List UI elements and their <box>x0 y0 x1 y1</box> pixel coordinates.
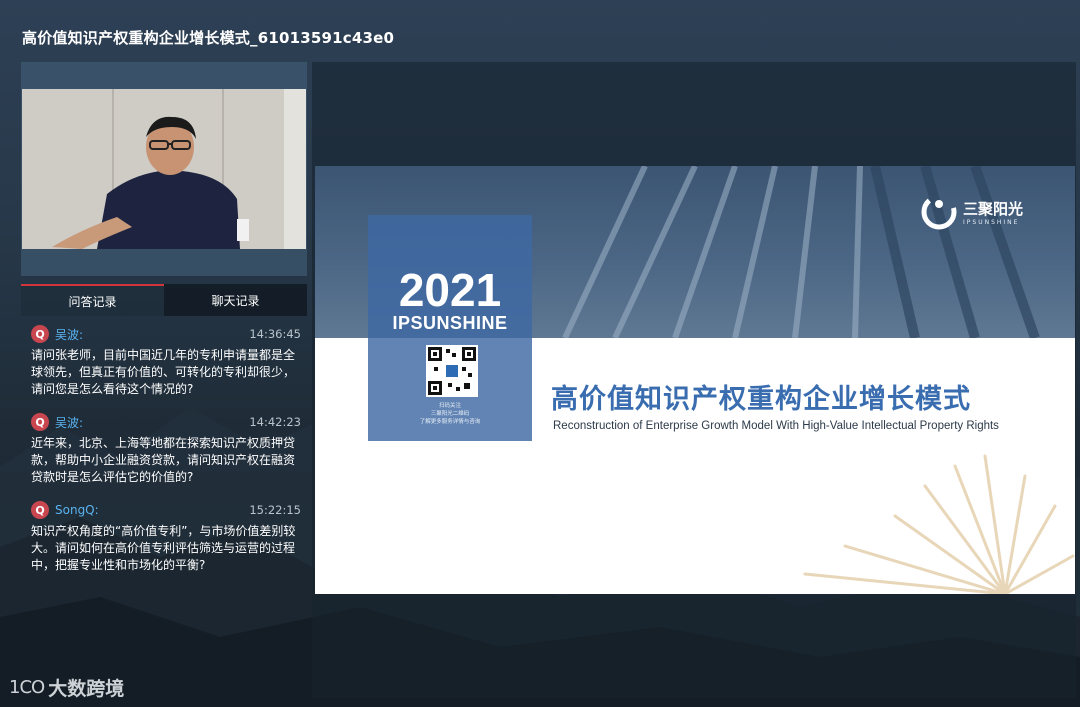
qa-item: Q SongQ: 15:22:15 知识产权角度的“高价值专利”，与市场价值差别… <box>21 500 307 574</box>
qa-list: Q 吴波: 14:36:45 请问张老师，目前中国近几年的专利申请量都是全球领先… <box>21 324 307 588</box>
slide-player[interactable]: 三聚阳光 IPSUNSHINE 2021 IPSUNSHINE 扫码关注 三聚阳… <box>312 62 1076 698</box>
speaker-video[interactable] <box>22 89 306 249</box>
asker-name: SongQ: <box>55 503 99 517</box>
footer-logo: 1CO 大数跨境 <box>9 674 124 701</box>
question-icon: Q <box>31 325 49 343</box>
speaker-image <box>22 89 306 249</box>
question-time: 14:36:45 <box>249 327 301 341</box>
logo-mark-icon: 1CO <box>9 677 45 698</box>
presentation-slide: 三聚阳光 IPSUNSHINE 2021 IPSUNSHINE 扫码关注 三聚阳… <box>315 166 1075 594</box>
qr-caption-line: 三聚阳光二维码 <box>430 411 470 417</box>
slide-main-title: 高价值知识产权重构企业增长模式 <box>551 384 971 415</box>
question-time: 15:22:15 <box>249 503 301 517</box>
qa-item: Q 吴波: 14:42:23 近年来，北京、上海等地都在探索知识产权质押贷款，帮… <box>21 412 307 486</box>
slide-subtitle: Reconstruction of Enterprise Growth Mode… <box>553 420 999 432</box>
slide-year-sub: IPSUNSHINE <box>392 313 508 333</box>
tab-qa-records[interactable]: 问答记录 <box>21 284 164 316</box>
qr-caption-line: 扫码关注 <box>438 403 461 409</box>
left-panel: 问答记录 聊天记录 Q 吴波: 14:36:45 请问张老师，目前中国近几年的专… <box>21 62 307 697</box>
asker-name: 吴波: <box>55 327 84 342</box>
qa-item: Q 吴波: 14:36:45 请问张老师，目前中国近几年的专利申请量都是全球领先… <box>21 324 307 398</box>
brand-logo: 三聚阳光 IPSUNSHINE <box>919 192 1023 232</box>
question-text: 知识产权角度的“高价值专利”，与市场价值差别较大。请问如何在高价值专利评估筛选与… <box>31 524 296 572</box>
qr-caption: 扫码关注 三聚阳光二维码 了解更多服务详情与咨询 <box>368 402 532 426</box>
slide-year: 2021 <box>398 264 502 316</box>
brand-name-en: IPSUNSHINE <box>963 219 1020 226</box>
year-box: 2021 IPSUNSHINE 扫码关注 三聚阳光二维码 了解更多服务详情与咨询 <box>368 215 532 441</box>
brand-name-cn: 三聚阳光 <box>963 200 1024 218</box>
speaker-video-panel <box>21 62 307 276</box>
question-icon: Q <box>31 413 49 431</box>
question-text: 近年来，北京、上海等地都在探索知识产权质押贷款，帮助中小企业融资贷款，请问知识产… <box>31 436 296 484</box>
logo-text: 大数跨境 <box>48 678 125 700</box>
sunburst-decoration <box>803 454 1075 594</box>
asker-name: 吴波: <box>55 415 84 430</box>
sidebar-tabs: 问答记录 聊天记录 <box>21 284 307 316</box>
question-icon: Q <box>31 501 49 519</box>
window-title: 高价值知识产权重构企业增长模式_61013591c43e0 <box>22 29 395 47</box>
question-text: 请问张老师，目前中国近几年的专利申请量都是全球领先，但真正有价值的、可转化的专利… <box>31 348 296 396</box>
qr-caption-line: 了解更多服务详情与咨询 <box>419 419 481 425</box>
tab-chat-records[interactable]: 聊天记录 <box>164 284 307 316</box>
qr-code-icon <box>426 345 478 397</box>
question-time: 14:42:23 <box>249 415 301 429</box>
sunshine-logo-icon <box>921 194 957 230</box>
